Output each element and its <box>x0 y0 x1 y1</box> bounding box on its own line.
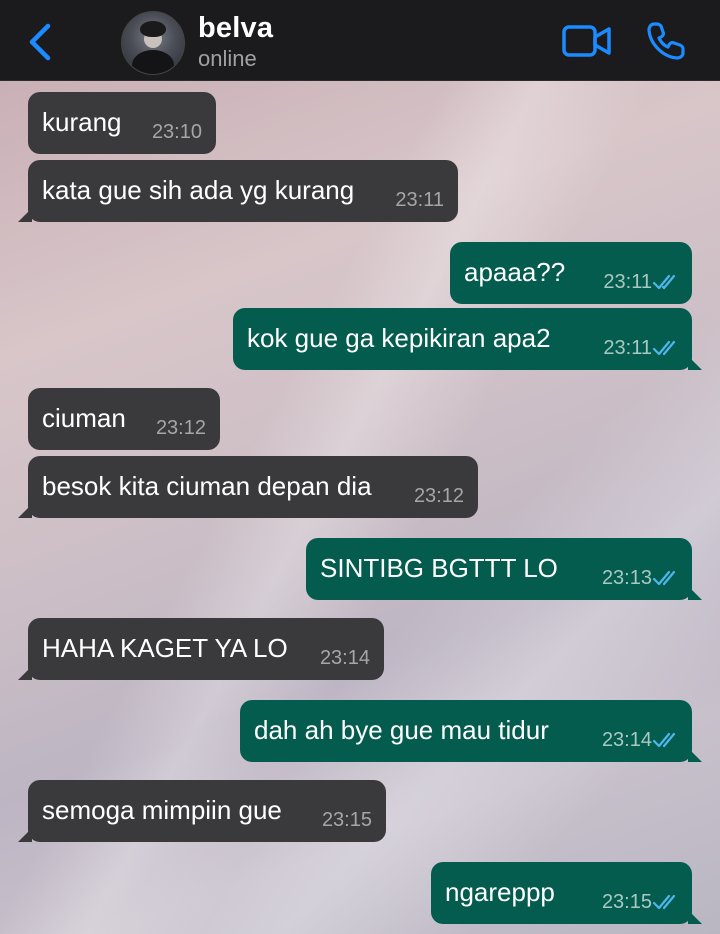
incoming-message[interactable]: besok kita ciuman depan dia 23:12 <box>18 456 478 518</box>
back-button[interactable] <box>22 20 58 64</box>
message-text: kata gue sih ada yg kurang <box>42 175 355 205</box>
message-text: kurang <box>42 107 122 137</box>
message-text: kok gue ga kepikiran apa2 <box>247 323 551 353</box>
message-time: 23:15 <box>321 809 372 831</box>
phone-icon <box>647 22 685 60</box>
chevron-left-icon <box>29 23 51 61</box>
incoming-message[interactable]: kata gue sih ada yg kurang 23:11 <box>18 160 458 222</box>
outgoing-message[interactable]: dah ah bye gue mau tidur 23:14 <box>240 700 702 762</box>
double-check-icon <box>652 570 676 586</box>
message-time: 23:11 <box>603 271 652 293</box>
message-time: 23:14 <box>319 647 370 669</box>
double-check-icon <box>652 732 676 748</box>
outgoing-message[interactable]: kok gue ga kepikiran apa2 23:11 <box>233 308 702 370</box>
message-time: 23:11 <box>603 337 652 359</box>
video-camera-icon <box>562 25 611 57</box>
outgoing-message[interactable]: ngareppp 23:15 <box>431 862 702 924</box>
message-time: 23:14 <box>601 729 652 751</box>
incoming-message[interactable]: semoga mimpiin gue 23:15 <box>18 780 386 842</box>
incoming-message[interactable]: ciuman 23:12 <box>28 388 220 450</box>
message-time: 23:13 <box>601 567 652 589</box>
message-text: dah ah bye gue mau tidur <box>254 715 549 745</box>
message-time: 23:10 <box>151 121 202 143</box>
message-text: semoga mimpiin gue <box>42 795 282 825</box>
contact-status: online <box>198 46 257 71</box>
message-time: 23:11 <box>395 189 444 211</box>
contact-name[interactable]: belva <box>198 12 273 45</box>
outgoing-message[interactable]: apaaa?? 23:11 <box>450 242 692 304</box>
double-check-icon <box>652 274 676 290</box>
message-time: 23:12 <box>413 485 464 507</box>
message-time: 23:15 <box>601 891 652 913</box>
message-list[interactable]: kurang 23:10 kata gue sih ada yg kurang … <box>0 80 720 934</box>
incoming-message[interactable]: kurang 23:10 <box>28 92 216 154</box>
incoming-message[interactable]: HAHA KAGET YA LO 23:14 <box>18 618 384 680</box>
video-call-button[interactable] <box>562 22 612 60</box>
message-time: 23:12 <box>155 417 206 439</box>
message-text: apaaa?? <box>464 257 566 287</box>
outgoing-message[interactable]: SINTIBG BGTTT LO 23:13 <box>306 538 702 600</box>
voice-call-button[interactable] <box>645 20 687 62</box>
double-check-icon <box>652 894 676 910</box>
double-check-icon <box>652 340 676 356</box>
message-text: ciuman <box>42 403 126 433</box>
message-text: besok kita ciuman depan dia <box>42 471 372 501</box>
message-text: SINTIBG BGTTT LO <box>320 553 558 583</box>
message-text: ngareppp <box>445 877 555 907</box>
chat-header: belva online <box>0 0 720 81</box>
avatar[interactable] <box>121 11 185 75</box>
message-text: HAHA KAGET YA LO <box>42 633 288 663</box>
